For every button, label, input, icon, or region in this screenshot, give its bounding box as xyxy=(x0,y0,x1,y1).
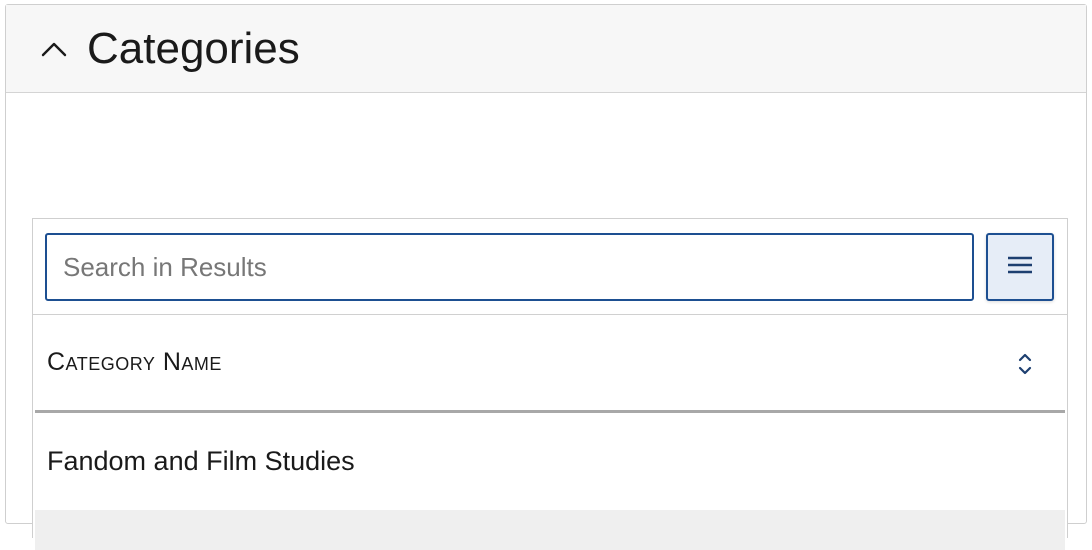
panel-header[interactable]: Categories xyxy=(6,5,1086,93)
panel-title: Categories xyxy=(87,24,300,73)
category-name-cell[interactable]: Fandom and Film Studies xyxy=(47,446,355,477)
table-row-next xyxy=(35,510,1065,550)
hamburger-menu-icon xyxy=(1007,255,1033,280)
chevron-up-icon[interactable] xyxy=(36,31,72,67)
sort-toggle-icon[interactable] xyxy=(1015,350,1035,378)
results-table: Category Name Fandom and Film Studies xyxy=(32,218,1068,550)
column-menu-button[interactable] xyxy=(986,233,1054,301)
table-toolbar xyxy=(33,219,1067,315)
categories-panel: Categories Category Name xyxy=(5,4,1087,550)
search-input[interactable] xyxy=(45,233,974,301)
column-header-category-name[interactable]: Category Name xyxy=(35,315,1065,413)
table-row[interactable]: Fandom and Film Studies xyxy=(35,416,1065,510)
column-header-label: Category Name xyxy=(47,348,222,376)
